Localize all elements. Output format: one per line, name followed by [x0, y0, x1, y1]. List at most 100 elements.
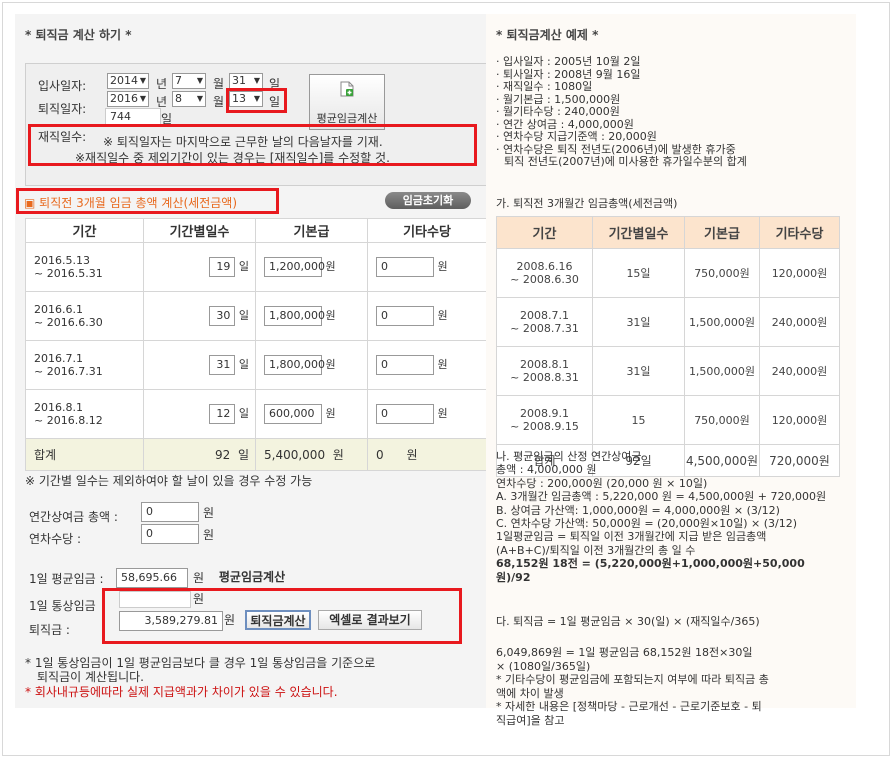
unit-won: 원: [325, 407, 336, 420]
unit-day: 일: [238, 407, 249, 420]
excel-export-button[interactable]: 엑셀로 결과보기: [318, 610, 422, 630]
entry-day-select[interactable]: 31 ▼: [229, 73, 263, 89]
period-end: ~ 2008.9.15: [510, 420, 579, 433]
severance-calc-button[interactable]: 퇴직금계산: [245, 610, 311, 630]
table-row: 2016.8.1 ~ 2016.8.12 12 일 600,000 원 0 원: [25, 389, 487, 439]
period-start: 2008.9.1: [520, 407, 569, 420]
calculator-title: * 퇴직금 계산 하기 *: [25, 28, 132, 42]
col-header-days: 기간별일수: [592, 216, 685, 249]
other-cell: 240,000원: [759, 297, 840, 347]
result-line: * 기타수당이 평균임금에 포함되는지 여부에 따라 퇴직금 총: [496, 673, 769, 687]
bonus-label: 연간상여금 총액 :: [29, 510, 118, 524]
unit-year: 년: [156, 77, 168, 91]
unit-month: 월: [213, 77, 225, 91]
severance-input[interactable]: 3,589,279.81: [119, 611, 223, 631]
table-row: 2008.6.16 ~ 2008.6.30 15일 750,000원 120,00…: [496, 248, 840, 298]
example-facts: · 입사일자 : 2005년 10월 2일 · 퇴사일자 : 2008년 9월 …: [496, 55, 747, 169]
section-b: 나. 평균임금의 산정 연간상여금 총액 : 4,000,000 원 연차수당 …: [496, 450, 826, 584]
period-end: ~ 2016.7.31: [34, 365, 103, 378]
calc-line: (A+B+C)/퇴직일 이전 3개월간의 총 일 수: [496, 543, 696, 557]
exclusion-note: ※재직일수 중 제외기간이 있는 경우는 [재직일수]를 수정할 것.: [75, 151, 390, 165]
unit-won: 원: [437, 358, 448, 371]
days-input[interactable]: 12: [209, 404, 236, 424]
period-end: ~ 2016.5.31: [34, 267, 103, 280]
exit-month-select[interactable]: 8 ▼: [172, 91, 206, 107]
unit-day: 일: [238, 358, 249, 371]
col-header-other: 기타수당: [367, 218, 487, 243]
days-input[interactable]: 19: [209, 257, 236, 277]
unit-won: 원: [224, 613, 236, 627]
avg-wage-calc-button[interactable]: 평균임금계산: [309, 74, 385, 130]
fact-line: 퇴직 전년도(2007년)에 미사용한 휴가일수분의 합계: [504, 155, 747, 168]
company-rule-note: * 회사내규등에따라 실제 지급액과가 차이가 있을 수 있습니다.: [25, 685, 338, 699]
base-pay-input[interactable]: 1,800,000: [264, 355, 325, 375]
col-header-base: 기본급: [684, 216, 760, 249]
days-cell: 31일: [592, 346, 685, 396]
result-line: 액에 차이 발생: [496, 686, 564, 700]
other-pay-input[interactable]: 0: [376, 306, 434, 326]
unit-won: 원: [193, 571, 205, 585]
other-cell: 120,000원: [759, 248, 840, 298]
col-header-base: 기본급: [255, 218, 368, 243]
days-cell: 15일: [592, 248, 685, 298]
work-days-input[interactable]: 744: [105, 108, 161, 125]
other-pay-input[interactable]: 0: [376, 404, 434, 424]
dropdown-arrow-icon: ▼: [253, 76, 260, 85]
base-pay-input[interactable]: 600,000: [264, 404, 322, 424]
sum-days: 92: [215, 448, 231, 462]
other-pay-input[interactable]: 0: [376, 355, 434, 375]
exit-year-select[interactable]: 2016 ▼: [107, 91, 149, 107]
unit-won: 원: [325, 358, 336, 371]
result-line: * 자세한 내용은 [정책마당 - 근로개선 - 근로기준보호 - 퇴: [496, 700, 762, 714]
col-header-period: 기간: [496, 216, 593, 249]
unit-won: 원: [406, 448, 418, 462]
ordinary-wage-note: * 1일 통상임금이 1일 평균임금보다 클 경우 1일 통상임금을 기준으로: [25, 656, 376, 670]
period-start: 2008.8.1: [520, 358, 569, 371]
result-line: 6,049,869원 = 1일 평균임금 68,152원 18전×30일: [496, 646, 753, 659]
table-row: 2016.6.1 ~ 2016.6.30 30 일 1,800,000 원 0 원: [25, 291, 487, 341]
formula-bold: 원)/92: [496, 570, 531, 584]
daily-ordinary-input[interactable]: [119, 591, 191, 608]
entry-year-select[interactable]: 2014 ▼: [107, 73, 149, 89]
table-row: 2008.7.1 ~ 2008.7.31 31일 1,500,000원 240,0…: [496, 297, 840, 347]
days-input[interactable]: 31: [209, 355, 236, 375]
calc-line: 1일평균임금 = 퇴직일 이전 3개월간에 지급 받은 임금총액: [496, 530, 767, 544]
unit-won: 원: [325, 260, 336, 273]
unit-day: 일: [238, 309, 249, 322]
unit-won: 원: [203, 528, 215, 542]
dropdown-arrow-icon: ▼: [196, 94, 203, 103]
daily-avg-calc-button[interactable]: 평균임금계산: [210, 568, 294, 588]
reset-wage-button[interactable]: 임금초기화: [385, 192, 471, 209]
sum-row: 합계 92 일 5,400,000 원 0 원: [25, 438, 487, 471]
daily-avg-input[interactable]: 58,695.66: [116, 568, 188, 588]
unit-won: 원: [325, 309, 336, 322]
calc-line: 나. 평균임금의 산정 연간상여금: [496, 450, 642, 463]
unit-won: 원: [437, 309, 448, 322]
other-pay-input[interactable]: 0: [376, 257, 434, 277]
formula-bold: 68,152원 18전 = (5,220,000원+1,000,000원+50,…: [496, 557, 805, 571]
calculator-panel: * 퇴직금 계산 하기 * 입사일자: 2014 ▼ 년 7 ▼ 월 31 ▼ 일 퇴…: [15, 14, 491, 708]
bonus-input[interactable]: 0: [141, 502, 199, 522]
entry-month-select[interactable]: 7 ▼: [172, 73, 206, 89]
period-end: ~ 2008.6.30: [510, 273, 579, 286]
sum-other: 0: [376, 448, 384, 462]
base-pay-input[interactable]: 1,800,000: [264, 306, 325, 326]
base-pay-input[interactable]: 1,200,000: [264, 257, 325, 277]
entry-date-label: 입사일자:: [38, 79, 87, 93]
calc-line: 연차수당 : 200,000원 (20,000 원 × 10일): [496, 476, 708, 490]
calc-line: C. 연차수당 가산액: 50,000원 = (20,000원×10일) × (…: [496, 517, 798, 531]
severance-label: 퇴직금 :: [29, 623, 70, 637]
period-start: 2016.5.13: [34, 254, 90, 267]
unit-won: 원: [437, 407, 448, 420]
unit-won: 원: [437, 260, 448, 273]
leave-pay-input[interactable]: 0: [141, 524, 199, 544]
exit-date-note: ※ 퇴직일자는 마지막으로 근무한 날의 다음날자를 기재.: [103, 135, 383, 149]
base-cell: 750,000원: [684, 248, 760, 298]
days-input[interactable]: 30: [209, 306, 236, 326]
period-start: 2016.8.1: [34, 401, 83, 414]
fact-line: · 월기타수당 : 240,000원: [496, 105, 620, 118]
period-edit-note: ※ 기간별 일수는 제외하여야 할 날이 있을 경우 수정 가능: [25, 474, 313, 488]
unit-won: 원: [332, 448, 344, 462]
unit-won: 원: [203, 506, 215, 520]
table-row: 2016.7.1 ~ 2016.7.31 31 일 1,800,000 원 0 원: [25, 340, 487, 390]
